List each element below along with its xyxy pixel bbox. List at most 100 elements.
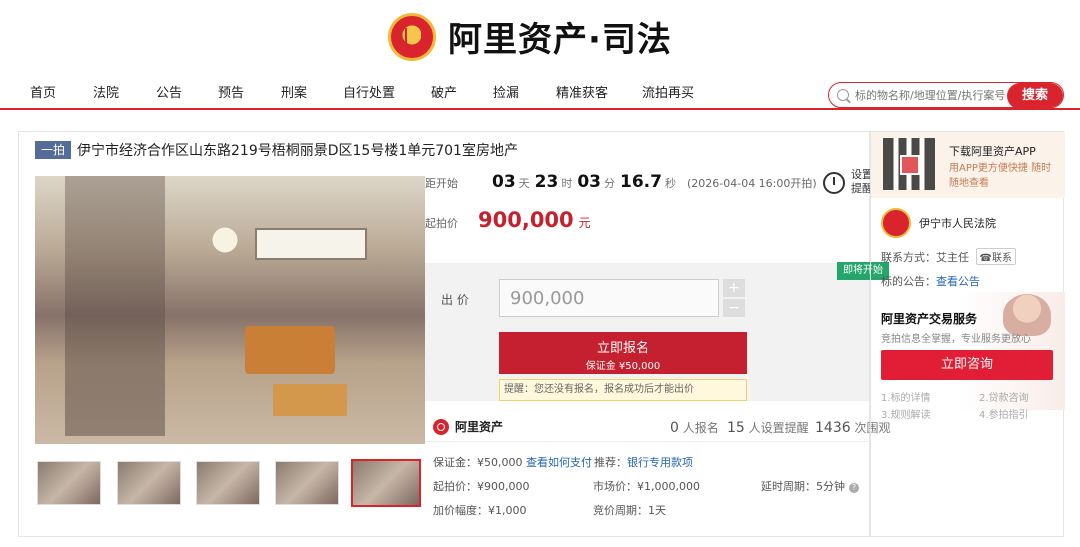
nav-precise-leads[interactable]: 精准获客 xyxy=(556,82,608,101)
market-price-value: ¥1,000,000 xyxy=(637,480,700,493)
countdown-label: 距开始 xyxy=(425,177,458,190)
view-notice-link[interactable]: 查看公告 xyxy=(936,275,980,288)
recommend-label: 推荐： xyxy=(594,456,627,469)
hours-unit: 时 xyxy=(561,177,573,190)
bank-payment-link[interactable]: 银行专用款项 xyxy=(627,456,693,469)
chandelier-image xyxy=(195,222,255,258)
notice-row: 标的公告：查看公告 xyxy=(881,273,980,289)
nav-rebuy[interactable]: 流拍再买 xyxy=(642,82,694,101)
bid-stepper[interactable]: + − xyxy=(723,279,745,317)
nav-preview[interactable]: 预告 xyxy=(218,82,244,101)
search-bar: 搜索 xyxy=(828,82,1064,108)
increase-bid-button[interactable]: + xyxy=(723,279,745,297)
market-price-detail: 市场价：¥1,000,000 xyxy=(593,478,700,494)
qr-code-icon xyxy=(883,138,935,190)
how-to-pay-link[interactable]: 查看如何支付 xyxy=(526,456,592,469)
delay-value: 5分钟 xyxy=(816,480,845,493)
search-input[interactable] xyxy=(855,88,1015,102)
deposit-value: ¥50,000 xyxy=(477,456,523,469)
starting-price-label: 起拍价 xyxy=(425,217,458,230)
deposit-button-note: 保证金 ¥50,000 xyxy=(585,361,661,372)
thumbnail-2[interactable] xyxy=(117,461,181,505)
nav-court[interactable]: 法院 xyxy=(93,82,119,101)
countdown-minutes: 03 xyxy=(577,172,602,192)
start-time: (2026-04-04 16:00开拍) xyxy=(686,177,817,190)
increment-label: 加价幅度： xyxy=(433,504,488,517)
bid-amount-input[interactable] xyxy=(499,279,719,317)
reminders-count: 15 人设置提醒 xyxy=(727,419,809,436)
service-box: 阿里资产交易服务 竞拍信息全掌握，专业服务更放心 立即咨询 1.标的详情 2.贷… xyxy=(871,292,1065,421)
court-info[interactable]: 伊宁市人民法院 xyxy=(881,208,996,238)
alarm-clock-icon xyxy=(823,172,845,194)
wall-painting-image xyxy=(255,228,367,260)
countdown-seconds: 16.7 xyxy=(620,172,662,192)
decrease-bid-button[interactable]: − xyxy=(723,299,745,317)
deposit-label: 保证金： xyxy=(433,456,477,469)
bid-label: 出 价 xyxy=(441,293,469,307)
contact-row: 联系方式：艾主任 ☎联系 xyxy=(881,248,1016,265)
recommend-row: 推荐：银行专用款项 xyxy=(594,454,693,470)
registrants-count: 0 人报名 xyxy=(670,419,719,436)
delay-detail: 延时周期：5分钟? xyxy=(761,478,859,494)
starting-price-detail-value: ¥900,000 xyxy=(477,480,530,493)
registrants-value: 0 xyxy=(670,420,679,436)
court-badge-icon xyxy=(881,208,911,238)
register-button-label: 立即报名 xyxy=(596,341,649,356)
days-unit: 天 xyxy=(518,177,530,190)
app-download-title: 下载阿里资产APP xyxy=(949,145,1036,158)
minutes-unit: 分 xyxy=(604,177,616,190)
increment-value: ¥1,000 xyxy=(488,504,527,517)
thumbnail-4[interactable] xyxy=(275,461,339,505)
seconds-unit: 秒 xyxy=(664,177,676,190)
starting-price-value: 900,000 xyxy=(478,208,574,232)
auction-stats: 阿里资产 0 人报名 15 人设置提醒 1436 次围观 xyxy=(425,414,890,442)
consult-button[interactable]: 立即咨询 xyxy=(881,350,1053,380)
alibaba-assets-icon xyxy=(433,418,449,435)
auction-info: 距开始 03 天 23 时 03 分 16.7 秒 (2026-04-04 16:00开… xyxy=(425,148,890,517)
faq-link-loan[interactable]: 2.贷款咨询 xyxy=(979,389,1029,404)
deposit-row: 保证金：¥50,000 查看如何支付 xyxy=(433,454,592,470)
nav-bankruptcy[interactable]: 破产 xyxy=(431,82,457,101)
bid-box: 出 价 + − 立即报名 保证金 ¥50,000 提醒：您还没有报名，报名成功后… xyxy=(425,263,869,401)
registration-tip: 提醒：您还没有报名，报名成功后才能出价 xyxy=(499,379,747,401)
court-name: 伊宁市人民法院 xyxy=(919,217,996,230)
property-photo[interactable] xyxy=(35,176,425,444)
sidebar: 下载阿里资产APP 用APP更方便快捷 随时随地查看 伊宁市人民法院 联系方式：… xyxy=(870,131,1065,537)
nav-announcement[interactable]: 公告 xyxy=(156,82,182,101)
register-button[interactable]: 立即报名 保证金 ¥50,000 xyxy=(499,332,747,374)
nav-bargain[interactable]: 捡漏 xyxy=(493,82,519,101)
search-icon xyxy=(837,89,849,101)
search-button[interactable]: 搜索 xyxy=(1007,83,1063,107)
bidding-cycle-value: 1天 xyxy=(648,504,666,517)
app-download-desc: 用APP更方便快捷 随时随地查看 xyxy=(949,163,1052,189)
starting-price: 起拍价 900,000 元 xyxy=(425,208,591,232)
contact-button[interactable]: ☎联系 xyxy=(975,248,1016,265)
registrants-label: 人报名 xyxy=(682,421,719,435)
thumbnail-3[interactable] xyxy=(196,461,260,505)
nav-criminal[interactable]: 刑案 xyxy=(281,82,307,101)
starting-price-detail-label: 起拍价： xyxy=(433,480,477,493)
reminders-value: 15 xyxy=(727,420,745,436)
nav-self-disposal[interactable]: 自行处置 xyxy=(343,82,395,101)
starting-price-detail: 起拍价：¥900,000 xyxy=(433,478,530,494)
bidding-cycle-detail: 竞价周期：1天 xyxy=(593,502,666,518)
faq-link-rules[interactable]: 3.规则解读 xyxy=(881,406,931,421)
countdown: 距开始 03 天 23 时 03 分 16.7 秒 (2026-04-04 16:00开… xyxy=(425,172,817,192)
faq-link-guide[interactable]: 4.参拍指引 xyxy=(979,406,1029,421)
bidding-cycle-label: 竞价周期： xyxy=(593,504,648,517)
app-download-box[interactable]: 下载阿里资产APP 用APP更方便快捷 随时随地查看 xyxy=(871,132,1065,198)
question-icon[interactable]: ? xyxy=(849,483,859,493)
increment-detail: 加价幅度：¥1,000 xyxy=(433,502,527,518)
court-emblem-icon xyxy=(388,12,436,61)
logo[interactable]: 阿里资产·司法 xyxy=(388,12,672,61)
views-value: 1436 xyxy=(815,420,851,436)
countdown-hours: 23 xyxy=(534,172,559,192)
alibaba-assets-label: 阿里资产 xyxy=(455,420,504,434)
phone-icon: ☎ xyxy=(979,253,992,264)
auction-panel: 一拍 伊宁市经济合作区山东路219号梧桐丽景D区15号楼1单元701室房地产 距… xyxy=(18,131,890,537)
nav-home[interactable]: 首页 xyxy=(30,82,56,101)
thumbnail-1[interactable] xyxy=(37,461,101,505)
thumbnail-5-active[interactable] xyxy=(351,459,421,507)
faq-link-details[interactable]: 1.标的详情 xyxy=(881,389,931,404)
reminders-label: 人设置提醒 xyxy=(748,421,809,435)
